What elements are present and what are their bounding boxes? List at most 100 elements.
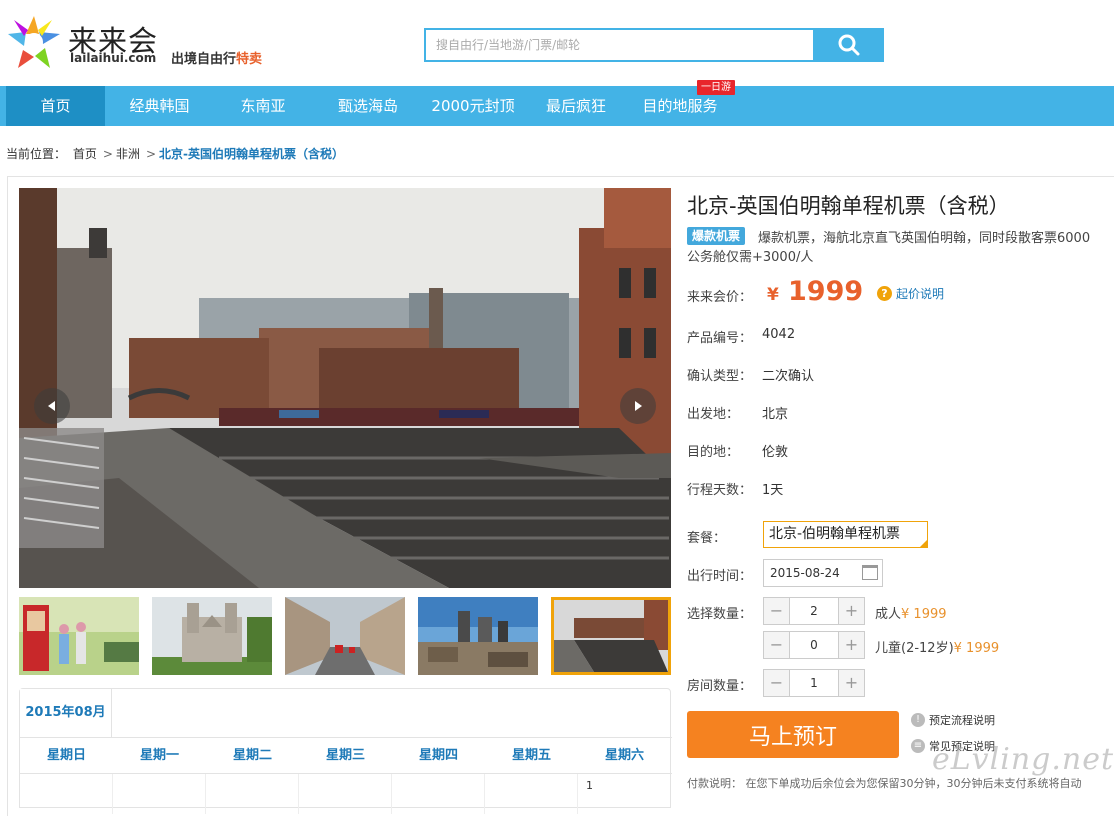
- adult-price: ¥ 1999: [901, 607, 947, 622]
- price-label: 来来会价：: [687, 290, 753, 305]
- logo-domain: lailaihui.com: [70, 51, 157, 65]
- book-now-button[interactable]: 马上预订: [687, 711, 899, 758]
- package-label: 套餐：: [687, 531, 727, 546]
- hero-image-canal: [19, 188, 671, 588]
- weekday-wed: 星期三: [325, 748, 365, 763]
- calendar-day-1[interactable]: 1: [578, 774, 671, 814]
- weekday-sun: 星期日: [46, 748, 86, 763]
- confirm-type-label: 确认类型：: [687, 369, 753, 384]
- child-quantity-stepper: − 0 +: [763, 631, 865, 659]
- nav-item-last-crazy[interactable]: 最后疯狂: [534, 86, 618, 126]
- thumbnail-westminster-abbey[interactable]: [152, 597, 272, 675]
- quantity-label: 选择数量：: [687, 607, 753, 622]
- payment-note: 付款说明： 在您下单成功后余位会为您保留30分钟，30分钟后未支付系统将自动: [687, 777, 1082, 790]
- calendar-day-cell: [113, 774, 206, 814]
- destination-value: 伦敦: [762, 445, 789, 460]
- thumbnail-london-street[interactable]: [285, 597, 405, 675]
- room-count[interactable]: 1: [790, 670, 838, 696]
- product-code-value: 4042: [762, 327, 796, 342]
- info-icon: !: [911, 713, 925, 727]
- booking-process-link[interactable]: ! 预定流程说明: [911, 712, 995, 728]
- calendar-day-cell: [485, 774, 578, 814]
- room-quantity-stepper: − 1 +: [763, 669, 865, 697]
- breadcrumb-sep: >: [102, 147, 113, 161]
- room-plus-button[interactable]: +: [838, 670, 864, 696]
- weekday-sat: 星期六: [604, 748, 644, 763]
- gallery-prev-button[interactable]: [34, 388, 70, 424]
- product-title: 北京-英国伯明翰单程机票（含税）: [687, 194, 1010, 218]
- child-label: 儿童(2-12岁): [875, 641, 954, 656]
- price-value: 1999: [788, 276, 864, 307]
- calendar-day-cell: [20, 774, 113, 814]
- chevron-left-icon: [48, 401, 55, 411]
- calendar-day-cell: [392, 774, 485, 814]
- search-button[interactable]: [813, 28, 884, 62]
- price-calendar: 2015年08月 星期日 星期一 星期二 星期三 星期四 星期五 星期六 1: [19, 688, 672, 814]
- breadcrumb-sep: >: [145, 147, 156, 161]
- adult-quantity-stepper: − 2 +: [763, 597, 865, 625]
- nav-item-2000-cap[interactable]: 2000元封顶: [424, 86, 522, 126]
- main-nav: 首页 经典韩国 东南亚 甄选海岛 2000元封顶 最后疯狂 目的地服务 一日游: [0, 80, 1114, 126]
- thumbnail-birmingham-skyline[interactable]: [418, 597, 538, 675]
- site-header: 来来会 lailaihui.com 出境自由行特卖: [0, 0, 1114, 86]
- nav-item-southeast-asia[interactable]: 东南亚: [222, 86, 304, 126]
- confirm-type-value: 二次确认: [762, 369, 815, 384]
- child-plus-button[interactable]: +: [838, 632, 864, 658]
- child-price: ¥ 1999: [953, 641, 1000, 656]
- calendar-day-cell: [206, 774, 299, 814]
- chevron-right-icon: [635, 401, 642, 411]
- package-option-selected[interactable]: 北京-伯明翰单程机票: [763, 521, 928, 548]
- breadcrumb-prefix: 当前位置：: [6, 147, 67, 161]
- nav-tag-day-tour: 一日游: [697, 80, 735, 95]
- adult-count[interactable]: 2: [790, 598, 838, 624]
- departure-label: 出发地：: [687, 407, 740, 422]
- breadcrumb-current: 北京-英国伯明翰单程机票（含税）: [159, 147, 344, 161]
- logo-slogan: 出境自由行特卖: [171, 48, 262, 67]
- calendar-day-cell: [299, 774, 392, 814]
- calendar-week-row: 1: [20, 773, 672, 814]
- calendar-weekday-row: 星期日 星期一 星期二 星期三 星期四 星期五 星期六: [20, 737, 672, 773]
- child-price-note: 儿童(2-12岁)¥ 1999: [875, 637, 999, 656]
- watermark: eLvling.net: [932, 742, 1114, 777]
- calendar-icon[interactable]: [862, 565, 878, 580]
- adult-label: 成人: [875, 607, 902, 622]
- destination-label: 目的地：: [687, 445, 740, 460]
- list-icon: ≡: [911, 739, 925, 753]
- duration-label: 行程天数：: [687, 483, 753, 498]
- breadcrumb: 当前位置： 首页 > 非洲 > 北京-英国伯明翰单程机票（含税）: [6, 145, 347, 162]
- search-icon: [838, 34, 859, 56]
- duration-value: 1天: [762, 483, 784, 498]
- gallery-next-button[interactable]: [620, 388, 656, 424]
- breadcrumb-africa[interactable]: 非洲: [116, 147, 140, 161]
- room-minus-button[interactable]: −: [764, 670, 790, 696]
- departure-value: 北京: [762, 407, 789, 422]
- child-count[interactable]: 0: [790, 632, 838, 658]
- question-icon: ?: [877, 286, 892, 301]
- adult-price-note: 成人¥ 1999: [875, 603, 947, 622]
- thumbnail-canal-selected[interactable]: [551, 597, 671, 675]
- product-code-label: 产品编号：: [687, 331, 753, 346]
- hot-badge: 爆款机票: [687, 227, 746, 245]
- selected-check-corner-icon: [919, 539, 928, 548]
- nav-item-home[interactable]: 首页: [6, 86, 105, 126]
- adult-plus-button[interactable]: +: [838, 598, 864, 624]
- nav-item-islands[interactable]: 甄选海岛: [326, 86, 410, 126]
- price-symbol: ¥: [767, 285, 779, 305]
- breadcrumb-home[interactable]: 首页: [73, 147, 97, 161]
- weekday-mon: 星期一: [139, 748, 179, 763]
- thumbnail-phone-booth[interactable]: [19, 597, 139, 675]
- weekday-thu: 星期四: [418, 748, 458, 763]
- room-label: 房间数量：: [687, 679, 753, 694]
- product-description-line1: 爆款机票，海航北京直飞英国伯明翰，同时段散客票6000: [758, 231, 1091, 246]
- date-label: 出行时间：: [687, 569, 753, 584]
- weekday-tue: 星期二: [232, 748, 272, 763]
- price-help-label: 起价说明: [896, 287, 945, 301]
- child-minus-button[interactable]: −: [764, 632, 790, 658]
- calendar-month-tab[interactable]: 2015年08月: [20, 689, 112, 737]
- search-input[interactable]: [424, 28, 814, 62]
- price-help-link[interactable]: ? 起价说明: [877, 285, 944, 302]
- logo-star-icon[interactable]: [6, 14, 62, 70]
- slogan-main: 出境自由行: [171, 52, 237, 67]
- nav-item-korea[interactable]: 经典韩国: [112, 86, 207, 126]
- adult-minus-button[interactable]: −: [764, 598, 790, 624]
